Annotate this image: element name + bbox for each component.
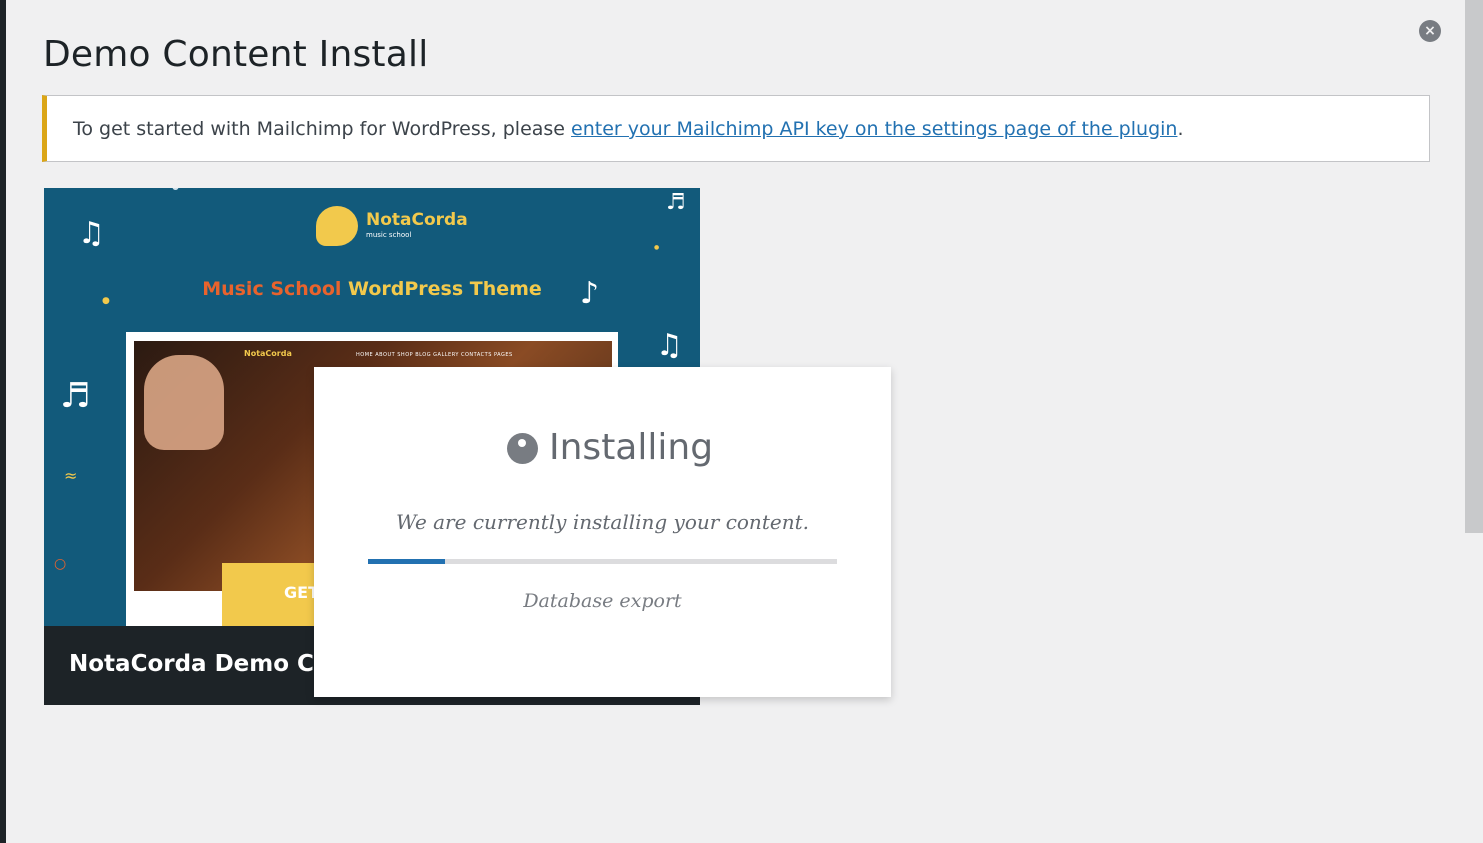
preview-hero-part2: WordPress Theme xyxy=(341,278,542,300)
modal-title: Installing xyxy=(549,427,714,468)
preview-hero-title: Music School WordPress Theme xyxy=(44,278,700,300)
dot-icon: ● xyxy=(172,188,179,191)
circle-icon: ○ xyxy=(54,556,67,572)
mock-logo: NotaCorda xyxy=(244,349,292,358)
notice-text-after: . xyxy=(1177,118,1184,140)
music-notes-icon: ♬ xyxy=(60,376,91,416)
mock-nav: HOME ABOUT SHOP BLOG GALLERY CONTACTS PA… xyxy=(356,352,513,358)
notacorda-logo-icon xyxy=(316,206,358,246)
install-modal: Installing We are currently installing y… xyxy=(314,367,891,697)
page-title: Demo Content Install xyxy=(43,34,429,75)
preview-logo-name: NotaCorda xyxy=(366,210,468,230)
mailchimp-notice: To get started with Mailchimp for WordPr… xyxy=(42,95,1430,162)
preview-logo-tagline: music school xyxy=(366,231,412,239)
notice-text: To get started with Mailchimp for WordPr… xyxy=(73,118,1184,140)
close-icon[interactable]: × xyxy=(1419,20,1441,42)
modal-step: Database export xyxy=(523,590,682,612)
admin-sidebar-edge xyxy=(0,0,6,843)
progress-bar xyxy=(368,559,837,564)
music-notes-icon: ♬ xyxy=(666,190,686,215)
music-note-icon: ♫ xyxy=(656,328,683,363)
spinner-icon xyxy=(507,433,538,464)
scrollbar-thumb[interactable] xyxy=(1465,0,1483,533)
music-note-icon: ♪ xyxy=(580,276,600,311)
music-note-icon: ♫ xyxy=(78,216,105,251)
dot-icon: ● xyxy=(654,244,660,251)
progress-fill xyxy=(368,559,446,564)
modal-message: We are currently installing your content… xyxy=(396,510,809,534)
mailchimp-settings-link[interactable]: enter your Mailchimp API key on the sett… xyxy=(571,118,1177,140)
hand-image xyxy=(144,355,224,450)
dot-icon: ● xyxy=(102,296,110,306)
squiggle-icon: ≈ xyxy=(64,466,78,485)
preview-hero-part1: Music School xyxy=(202,278,342,300)
notice-text-before: To get started with Mailchimp for WordPr… xyxy=(73,118,572,140)
